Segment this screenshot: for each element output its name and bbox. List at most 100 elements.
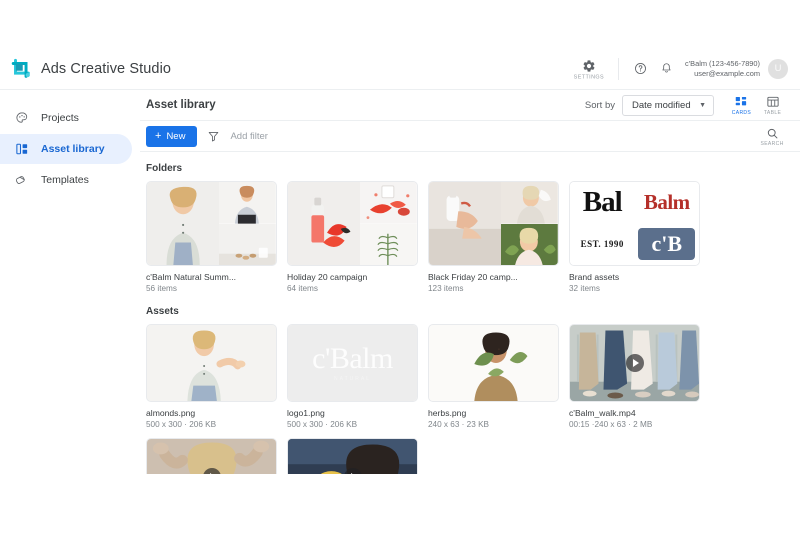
- view-toggle-table[interactable]: TABLE: [758, 95, 788, 115]
- asset-card[interactable]: herbs.png 240 x 63 · 23 KB: [428, 324, 559, 429]
- help-button[interactable]: [627, 56, 653, 82]
- asset-card[interactable]: c'Balm_walk.mp4 00:15 ·240 x 63 · 2 MB: [569, 324, 700, 429]
- view-toggle-cards[interactable]: CARDS: [726, 95, 756, 115]
- asset-thumbnail: [146, 438, 277, 474]
- asset-card[interactable]: [146, 438, 277, 474]
- brand-wordmark-dark: Bal: [582, 186, 623, 219]
- thumb-cell: [501, 223, 558, 265]
- folder-count: 123 items: [428, 284, 464, 293]
- folder-name: Brand assets: [569, 272, 620, 282]
- thumb-cell: EST. 1990: [570, 223, 635, 265]
- assets-row-clipped: [146, 438, 788, 474]
- folder-card[interactable]: Black Friday 20 camp... 123 items: [428, 181, 559, 293]
- layers-icon: [14, 173, 29, 188]
- sort-by-label: Sort by: [584, 99, 615, 111]
- content-scroll-area[interactable]: Folders c'Balm Natural Summ... 56 items …: [140, 152, 800, 559]
- add-filter-input[interactable]: Add filter: [230, 131, 268, 142]
- thumb-cell: [219, 182, 276, 224]
- folder-thumbnail: Bal Balm EST. 1990 c'B: [569, 181, 700, 266]
- assets-row: almonds.png 500 x 300 · 206 KB c'Balm NA…: [146, 324, 788, 429]
- folder-thumbnail: [428, 181, 559, 266]
- app-window: Ads Creative Studio SETTINGS c'Balm (123…: [0, 0, 800, 560]
- asset-card[interactable]: c'Balm NATURAL logo1.png 500 x 300 · 206…: [287, 324, 418, 429]
- play-button-icon[interactable]: [625, 354, 644, 372]
- app-body: Projects Asset library Templates Asset l…: [0, 90, 800, 559]
- sort-by-select[interactable]: Date modified ▼: [622, 94, 714, 116]
- folder-count: 64 items: [287, 284, 318, 293]
- funnel-icon[interactable]: [207, 130, 220, 143]
- folder-thumbnail: [146, 181, 277, 266]
- folder-count: 32 items: [569, 284, 600, 293]
- toolbar-right: SEARCH: [756, 127, 788, 146]
- sidebar-item-projects[interactable]: Projects: [0, 103, 132, 133]
- sidebar-item-label: Projects: [41, 112, 79, 124]
- settings-label: SETTINGS: [573, 73, 605, 79]
- brand-wordmark-red: Balm: [643, 190, 690, 215]
- asset-name: c'Balm_walk.mp4: [569, 408, 636, 418]
- asset-thumbnail: c'Balm NATURAL: [287, 324, 418, 402]
- thumb-cell: [360, 182, 417, 224]
- brand-monogram: c'B: [638, 228, 696, 261]
- sidebar: Projects Asset library Templates: [0, 90, 140, 559]
- thumb-cell: [429, 182, 502, 265]
- crop-tool-logo-icon: [11, 58, 30, 78]
- logo-tagline: NATURAL: [334, 375, 371, 382]
- account-info[interactable]: c'Balm (123-456-7890) user@example.com: [685, 59, 760, 79]
- folder-count: 56 items: [146, 284, 177, 293]
- account-name: c'Balm (123-456-7890): [685, 58, 760, 68]
- toolbar: + New Add filter SEARCH: [140, 121, 800, 152]
- main-panel: Asset library Sort by Date modified ▼ CA…: [140, 90, 800, 559]
- settings-button[interactable]: SETTINGS: [568, 59, 610, 79]
- app-header-bar: Ads Creative Studio SETTINGS c'Balm (123…: [0, 48, 800, 90]
- asset-thumbnail: [428, 324, 559, 402]
- folder-card[interactable]: Holiday 20 campaign 64 items: [287, 181, 418, 293]
- asset-name: almonds.png: [146, 408, 196, 418]
- folder-name: Black Friday 20 camp...: [428, 272, 518, 282]
- search-button[interactable]: SEARCH: [756, 127, 788, 146]
- palette-icon: [14, 111, 29, 126]
- thumb-cell: [147, 182, 220, 265]
- magnifier-icon: [767, 128, 777, 138]
- sidebar-item-asset-library[interactable]: Asset library: [0, 134, 132, 164]
- asset-meta: 240 x 63 · 23 KB: [428, 420, 489, 429]
- main-header-controls: Sort by Date modified ▼ CARDS TABLE: [584, 94, 788, 116]
- header-divider: [618, 57, 620, 80]
- page-title: Asset library: [146, 99, 216, 111]
- folder-card[interactable]: c'Balm Natural Summ... 56 items: [146, 181, 277, 293]
- thumb-cell: Balm: [634, 182, 699, 224]
- asset-name: herbs.png: [428, 408, 467, 418]
- library-grid-icon: [14, 142, 29, 157]
- window-chrome-blank: [0, 0, 800, 48]
- brand-area[interactable]: Ads Creative Studio: [10, 58, 171, 80]
- folders-row: c'Balm Natural Summ... 56 items Holiday …: [146, 181, 788, 293]
- search-label: SEARCH: [760, 140, 784, 146]
- asset-thumbnail: [146, 324, 277, 402]
- assets-section-title: Assets: [146, 306, 179, 317]
- thumb-cell: c'B: [634, 223, 699, 265]
- thumb-cell: [219, 223, 276, 265]
- avatar[interactable]: U: [768, 58, 788, 79]
- logo-placeholder: c'Balm NATURAL: [288, 325, 417, 401]
- folders-section-title: Folders: [146, 163, 183, 174]
- sidebar-item-label: Templates: [41, 174, 89, 186]
- view-toggle-group: CARDS TABLE: [726, 95, 788, 115]
- asset-meta: 500 x 300 · 206 KB: [146, 420, 217, 429]
- chevron-down-icon: ▼: [699, 101, 706, 109]
- notifications-button[interactable]: [653, 56, 679, 82]
- thumb-cell: [501, 182, 558, 224]
- new-button[interactable]: + New: [146, 125, 198, 147]
- folder-card[interactable]: Bal Balm EST. 1990 c'B Brand assets 32 i…: [569, 181, 700, 293]
- asset-thumbnail: [569, 324, 700, 402]
- sort-by-value: Date modified: [632, 99, 691, 111]
- thumb-cell: Bal: [570, 182, 635, 224]
- asset-meta: 500 x 300 · 206 KB: [287, 420, 358, 429]
- asset-card[interactable]: [287, 438, 418, 474]
- cards-view-label: CARDS: [731, 109, 751, 116]
- account-email: user@example.com: [694, 68, 760, 78]
- sidebar-item-templates[interactable]: Templates: [0, 165, 132, 195]
- new-button-label: New: [166, 130, 186, 142]
- asset-card[interactable]: almonds.png 500 x 300 · 206 KB: [146, 324, 277, 429]
- logo-wordmark: c'Balm: [312, 341, 393, 375]
- help-circle-icon: [634, 63, 646, 74]
- cards-view-icon: [735, 96, 747, 106]
